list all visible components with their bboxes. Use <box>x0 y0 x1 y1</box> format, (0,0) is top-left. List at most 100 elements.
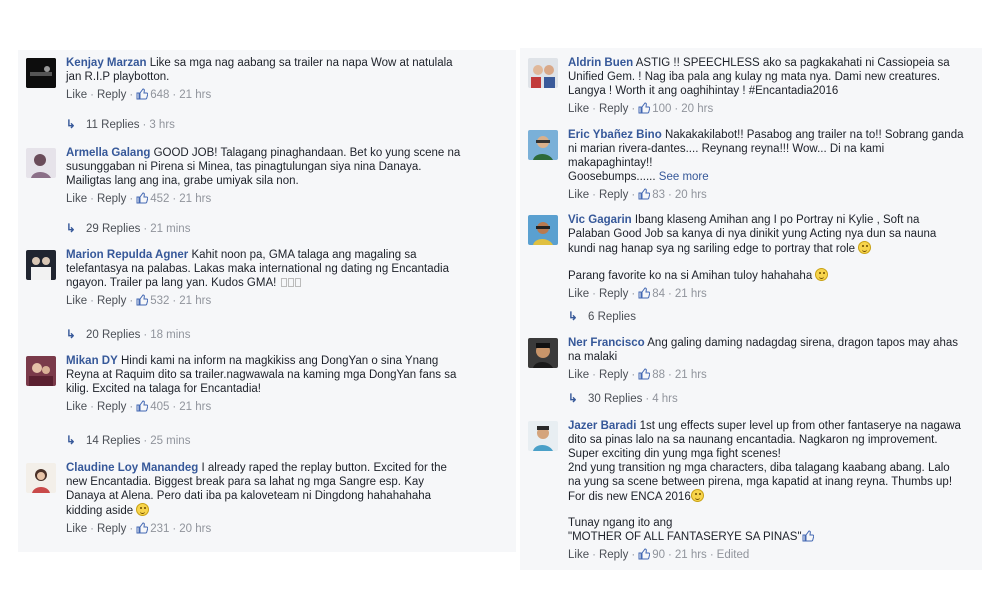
comment-time[interactable]: 21 hrs <box>179 193 211 205</box>
thumbs-up-icon[interactable] <box>136 294 149 306</box>
avatar[interactable] <box>26 356 56 386</box>
view-replies[interactable]: ↳ 20 Replies · 18 mins <box>66 328 190 342</box>
comment-actions: Like · Reply · 88 · 21 hrs <box>568 368 707 381</box>
reply-link[interactable]: Reply <box>97 89 126 101</box>
view-replies[interactable]: ↳ 30 Replies · 4 hrs <box>568 392 678 406</box>
comment-time[interactable]: 21 hrs <box>675 369 707 381</box>
reply-link[interactable]: Reply <box>599 189 628 201</box>
comment-text: ngayon. Trailer pa lang yan. Kudos GMA! <box>66 277 277 289</box>
commenter-name[interactable]: Mikan DY <box>66 355 118 367</box>
smiley-emoji-icon <box>136 503 150 516</box>
like-count[interactable]: 88 <box>652 369 665 381</box>
comment-text: telefantasya na palabas. Lakas maka inte… <box>66 263 449 275</box>
comment-actions: Like · Reply · 83 · 20 hrs <box>568 188 707 201</box>
edited-label[interactable]: Edited <box>717 549 750 561</box>
thumbs-up-icon[interactable] <box>136 400 149 412</box>
avatar[interactable] <box>528 130 558 160</box>
replies-count[interactable]: 6 Replies <box>588 311 636 323</box>
view-replies[interactable]: ↳ 29 Replies · 21 mins <box>66 222 190 236</box>
like-count[interactable]: 84 <box>652 288 665 300</box>
thumbs-up-icon[interactable] <box>638 368 651 380</box>
avatar[interactable] <box>528 421 558 451</box>
avatar[interactable] <box>528 58 558 88</box>
commenter-name[interactable]: Armella Galang <box>66 147 150 159</box>
reply-link[interactable]: Reply <box>599 103 628 115</box>
replies-count[interactable]: 11 Replies <box>86 119 140 131</box>
replies-count[interactable]: 20 Replies <box>86 329 140 341</box>
comment-time[interactable]: 21 hrs <box>675 288 707 300</box>
replies-count[interactable]: 30 Replies <box>588 393 642 405</box>
thumbs-up-icon[interactable] <box>638 548 651 560</box>
like-count[interactable]: 231 <box>150 523 169 535</box>
reply-link[interactable]: Reply <box>97 523 126 535</box>
comment-time[interactable]: 20 hrs <box>179 523 211 535</box>
replies-count[interactable]: 14 Replies <box>86 435 140 447</box>
like-link[interactable]: Like <box>66 89 87 101</box>
commenter-name[interactable]: Eric Ybañez Bino <box>568 129 662 141</box>
reply-link[interactable]: Reply <box>97 401 126 413</box>
commenter-name[interactable]: Kenjay Marzan <box>66 57 147 69</box>
like-link[interactable]: Like <box>568 103 589 115</box>
commenter-name[interactable]: Marion Repulda Agner <box>66 249 188 261</box>
like-link[interactable]: Like <box>66 401 87 413</box>
like-link[interactable]: Like <box>66 523 87 535</box>
avatar[interactable] <box>528 338 558 368</box>
like-link[interactable]: Like <box>66 295 87 307</box>
reply-link[interactable]: Reply <box>97 193 126 205</box>
avatar[interactable] <box>26 250 56 280</box>
view-replies[interactable]: ↳ 11 Replies · 3 hrs <box>66 118 175 132</box>
comment-text: For dis new ENCA 2016 <box>568 491 691 503</box>
like-link[interactable]: Like <box>66 193 87 205</box>
commenter-name[interactable]: Claudine Loy Manandeg <box>66 462 198 474</box>
see-more-link[interactable]: See more <box>659 171 709 183</box>
like-count[interactable]: 452 <box>150 193 169 205</box>
like-count[interactable]: 648 <box>150 89 169 101</box>
reply-link[interactable]: Reply <box>599 549 628 561</box>
missing-glyph-icon <box>294 278 301 287</box>
comment-text: Tunay ngang ito ang <box>568 517 673 529</box>
like-link[interactable]: Like <box>568 189 589 201</box>
comment-actions: Like · Reply · 405 · 21 hrs <box>66 400 212 413</box>
commenter-name[interactable]: Jazer Baradi <box>568 420 636 432</box>
like-count[interactable]: 532 <box>150 295 169 307</box>
like-count[interactable]: 90 <box>652 549 665 561</box>
replies-count[interactable]: 29 Replies <box>86 223 140 235</box>
like-link[interactable]: Like <box>568 288 589 300</box>
like-count[interactable]: 83 <box>652 189 665 201</box>
like-count[interactable]: 405 <box>150 401 169 413</box>
thumbs-up-icon[interactable] <box>638 287 651 299</box>
comment-text: Goosebumps...... <box>568 171 656 183</box>
thumbs-up-icon[interactable] <box>638 188 651 200</box>
thumbs-up-icon[interactable] <box>136 88 149 100</box>
avatar[interactable] <box>26 58 56 88</box>
reply-link[interactable]: Reply <box>599 288 628 300</box>
comment-text: kundi nag hanap sya ng sariling edge to … <box>568 243 856 255</box>
avatar[interactable] <box>528 215 558 245</box>
comment-time[interactable]: 21 hrs <box>179 401 211 413</box>
comment-time[interactable]: 21 hrs <box>179 89 211 101</box>
comment-text: 2nd yung transition ng mga characters, d… <box>568 462 950 474</box>
reply-arrow-icon: ↳ <box>568 393 578 405</box>
commenter-name[interactable]: Vic Gagarin <box>568 214 632 226</box>
thumbs-up-icon[interactable] <box>136 522 149 534</box>
smiley-emoji-icon <box>858 241 872 254</box>
comment-time[interactable]: 20 hrs <box>681 103 713 115</box>
reply-link[interactable]: Reply <box>97 295 126 307</box>
comment-time[interactable]: 21 hrs <box>179 295 211 307</box>
like-count[interactable]: 100 <box>652 103 671 115</box>
like-link[interactable]: Like <box>568 369 589 381</box>
thumbs-up-icon[interactable] <box>638 102 651 114</box>
avatar[interactable] <box>26 148 56 178</box>
replies-time: 18 mins <box>150 329 191 341</box>
comment-time[interactable]: 20 hrs <box>675 189 707 201</box>
avatar[interactable] <box>26 463 56 493</box>
comment-time[interactable]: 21 hrs <box>675 549 707 561</box>
comment-text: Kahit noon pa, GMA talaga ang magaling s… <box>191 249 417 261</box>
view-replies[interactable]: ↳ 6 Replies <box>568 310 636 324</box>
view-replies[interactable]: ↳ 14 Replies · 25 mins <box>66 434 190 448</box>
commenter-name[interactable]: Aldrin Buen <box>568 57 633 69</box>
commenter-name[interactable]: Ner Francisco <box>568 337 645 349</box>
thumbs-up-icon[interactable] <box>136 192 149 204</box>
like-link[interactable]: Like <box>568 549 589 561</box>
reply-link[interactable]: Reply <box>599 369 628 381</box>
